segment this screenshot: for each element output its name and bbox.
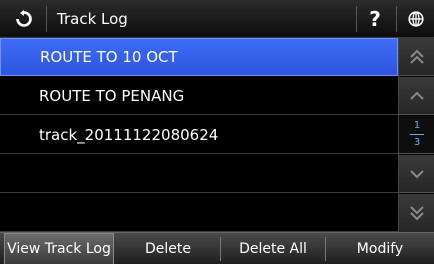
globe-button[interactable] <box>397 0 434 38</box>
scroll-bottom-button[interactable] <box>399 194 434 232</box>
divider <box>46 6 47 32</box>
list-item[interactable]: ROUTE TO PENANG <box>0 77 398 115</box>
divider <box>410 134 424 135</box>
list-item[interactable] <box>0 194 398 232</box>
chevron-down-icon <box>410 169 424 178</box>
list-item-label: ROUTE TO 10 OCT <box>40 48 178 66</box>
view-track-log-label: View Track Log <box>7 241 111 257</box>
globe-icon <box>407 11 424 27</box>
list-item[interactable] <box>0 155 398 193</box>
help-button[interactable]: ? <box>357 0 393 38</box>
delete-all-label: Delete All <box>239 241 307 257</box>
help-icon: ? <box>369 7 381 31</box>
double-chevron-up-icon <box>410 49 424 64</box>
page-title: Track Log <box>57 10 128 28</box>
refresh-back-icon <box>16 10 32 27</box>
delete-all-button[interactable]: Delete All <box>221 233 325 264</box>
scroll-down-button[interactable] <box>399 155 434 193</box>
page-current: 1 <box>413 120 421 131</box>
delete-button[interactable]: Delete <box>116 233 220 264</box>
double-chevron-down-icon <box>410 206 424 221</box>
list-item[interactable]: track_20111122080624 <box>0 116 398 154</box>
list-item-label: track_20111122080624 <box>39 125 219 144</box>
chevron-up-icon <box>410 91 424 100</box>
view-track-log-button[interactable]: View Track Log <box>4 233 114 264</box>
page-total: 3 <box>413 137 421 148</box>
delete-label: Delete <box>145 241 191 257</box>
scroll-top-button[interactable] <box>399 38 434 76</box>
modify-button[interactable]: Modify <box>326 233 434 264</box>
scroll-controls: 1 3 <box>398 38 434 232</box>
modify-label: Modify <box>356 241 404 257</box>
track-log-list: ROUTE TO 10 OCT ROUTE TO PENANG track_20… <box>0 38 398 232</box>
title-bar: Track Log ? <box>0 0 434 38</box>
back-button[interactable] <box>6 0 42 38</box>
scroll-up-button[interactable] <box>399 77 434 115</box>
list-item[interactable]: ROUTE TO 10 OCT <box>0 38 398 76</box>
bottom-toolbar: View Track Log Delete Delete All Modify <box>0 232 434 264</box>
list-item-label: ROUTE TO PENANG <box>39 86 185 105</box>
page-indicator: 1 3 <box>399 116 434 154</box>
